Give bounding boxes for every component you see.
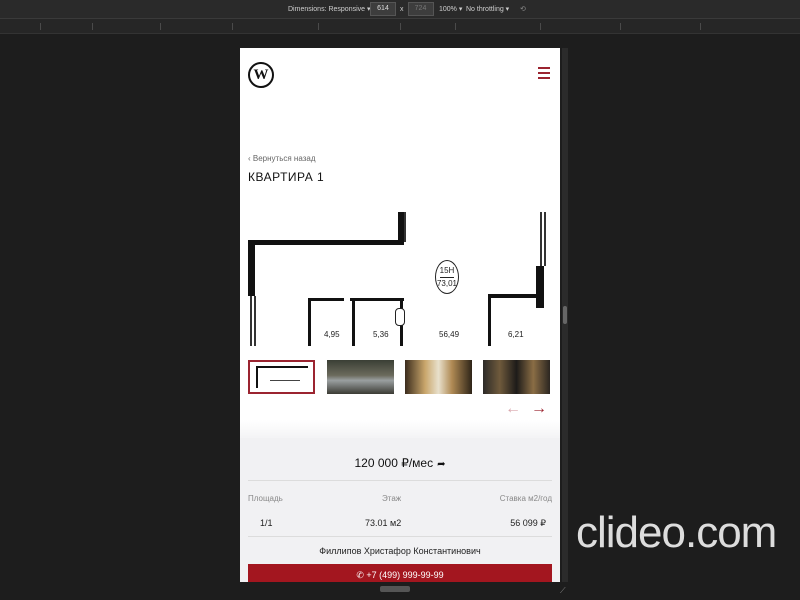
dimensions-select[interactable]: Dimensions: Responsive ▾ — [288, 0, 371, 18]
zoom-select[interactable]: 100% ▾ — [439, 0, 462, 18]
back-link[interactable]: ‹ Вернуться назад — [248, 154, 316, 163]
thumbnail-photo-corridor[interactable] — [405, 360, 472, 394]
resize-handle-bottom[interactable] — [380, 586, 410, 592]
arrow-left-icon[interactable]: ← — [505, 400, 521, 417]
scrollbar-thumb[interactable] — [563, 306, 567, 324]
wordpress-logo-icon[interactable]: W — [248, 62, 274, 88]
details-panel: 120 000 ₽/мес ➦ Площадь Этаж Ставка м2/го… — [240, 438, 560, 582]
rotate-icon[interactable]: ⟲ — [520, 0, 526, 18]
hamburger-menu-icon[interactable] — [538, 67, 550, 81]
width-input[interactable]: 614 — [370, 2, 396, 16]
agent-name: Филлипов Христафор Константинович — [319, 546, 481, 556]
devtools-ruler — [0, 19, 800, 34]
divider — [248, 536, 552, 537]
value-rate: 56 099 ₽ — [510, 518, 546, 528]
times-label: x — [400, 5, 404, 13]
thumbnail-photo-pool[interactable] — [327, 360, 394, 394]
page-title: КВАРТИРА 1 — [248, 170, 325, 184]
header-rate: Ставка м2/год — [499, 494, 552, 503]
phone-number: +7 (499) 999-99-99 — [366, 570, 444, 580]
value-floor: 73.01 м2 — [365, 518, 402, 528]
room-area-4: 6,21 — [508, 330, 524, 339]
unit-code: 15Н — [439, 266, 455, 275]
watermark: clideo.com — [576, 508, 777, 557]
throttle-select[interactable]: No throttling ▾ — [466, 0, 509, 18]
resize-corner-icon[interactable]: ⟋ — [560, 586, 566, 596]
unit-marker: 15Н 73,01 — [435, 260, 459, 294]
floor-plan: 15Н 73,01 4,95 5,36 56,49 6,21 — [240, 208, 560, 348]
value-area: 1/1 — [260, 518, 273, 528]
height-input[interactable]: 724 — [407, 2, 434, 16]
room-area-2: 5,36 — [373, 330, 389, 339]
thumbnail-plan[interactable] — [248, 360, 315, 394]
phone-icon: ✆ — [356, 570, 367, 580]
unit-area: 73,01 — [436, 279, 458, 288]
price-row: 120 000 ₽/мес ➦ — [240, 456, 560, 470]
header-floor: Этаж — [382, 494, 402, 503]
share-icon[interactable]: ➦ — [437, 459, 445, 470]
header-area: Площадь — [248, 494, 283, 503]
gallery-arrows: ← → — [505, 400, 547, 418]
gallery-thumbnails — [248, 360, 554, 396]
call-button[interactable]: ✆ +7 (499) 999-99-99 — [248, 564, 552, 582]
thumbnail-photo-lobby[interactable] — [483, 360, 550, 394]
devtools-toolbar: Dimensions: Responsive ▾ 614 x 724 100% … — [0, 0, 800, 19]
room-area-1: 4,95 — [324, 330, 340, 339]
room-area-3: 56,49 — [439, 330, 460, 339]
divider — [248, 480, 552, 481]
arrow-right-icon[interactable]: → — [531, 400, 547, 417]
mobile-viewport: W ‹ Вернуться назад КВАРТИРА 1 15Н 73,01… — [240, 48, 560, 582]
price-label: 120 000 ₽/мес — [354, 456, 434, 470]
